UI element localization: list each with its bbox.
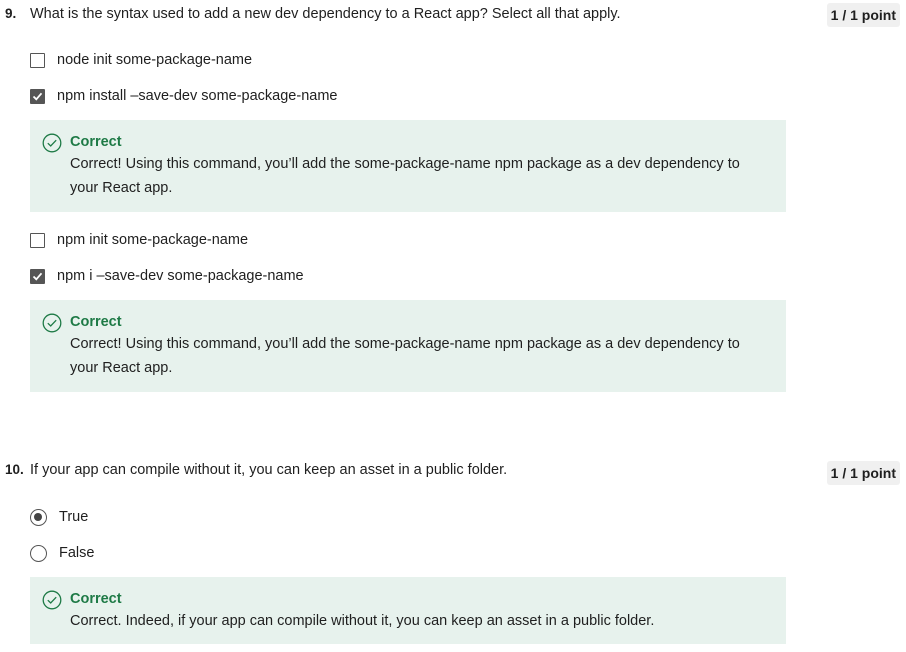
option-label: True: [59, 509, 89, 525]
question-text: If your app can compile without it, you …: [30, 462, 508, 478]
option-checkbox[interactable]: npm i –save-dev some-package-name: [30, 266, 304, 286]
option-checkbox[interactable]: npm install –save-dev some-package-name: [30, 86, 337, 106]
feedback-correct: Correct Correct! Using this command, you…: [30, 120, 786, 212]
radio-selected[interactable]: [30, 508, 47, 526]
feedback-title: Correct: [70, 591, 122, 607]
option-radio[interactable]: True: [30, 507, 88, 527]
option-label: False: [59, 545, 95, 561]
check-circle-icon: [42, 133, 62, 157]
option-checkbox[interactable]: npm init some-package-name: [30, 230, 248, 250]
feedback-title: Correct: [70, 314, 122, 330]
option-radio[interactable]: False: [30, 543, 94, 563]
feedback-correct: Correct Correct. Indeed, if your app can…: [30, 577, 786, 644]
feedback-body: Correct. Indeed, if your app can compile…: [70, 613, 655, 629]
option-label: npm i –save-dev some-package-name: [57, 268, 304, 284]
checkbox-checked[interactable]: [30, 268, 45, 284]
question-number: 10.: [5, 462, 24, 477]
feedback-title: Correct: [70, 134, 122, 150]
score-badge: 1 / 1 point: [826, 3, 900, 27]
feedback-body: Correct! Using this command, you’ll add …: [70, 336, 740, 376]
option-label: npm init some-package-name: [57, 232, 249, 248]
checkbox-checked[interactable]: [30, 88, 45, 104]
feedback-correct: Correct Correct! Using this command, you…: [30, 300, 786, 392]
check-circle-icon: [42, 590, 62, 614]
radio-unselected[interactable]: [30, 544, 47, 562]
checkmark-icon: [32, 272, 43, 281]
option-label: npm install –save-dev some-package-name: [57, 88, 338, 104]
option-label: node init some-package-name: [57, 52, 253, 68]
feedback-body: Correct! Using this command, you’ll add …: [70, 156, 740, 196]
checkbox-unchecked[interactable]: [30, 232, 45, 248]
checkmark-icon: [32, 92, 43, 101]
question-text: What is the syntax used to add a new dev…: [30, 6, 621, 22]
option-checkbox[interactable]: node init some-package-name: [30, 50, 252, 70]
question-number: 9.: [5, 6, 17, 21]
check-circle-icon: [42, 313, 62, 337]
score-badge: 1 / 1 point: [826, 461, 900, 485]
checkbox-unchecked[interactable]: [30, 52, 45, 68]
